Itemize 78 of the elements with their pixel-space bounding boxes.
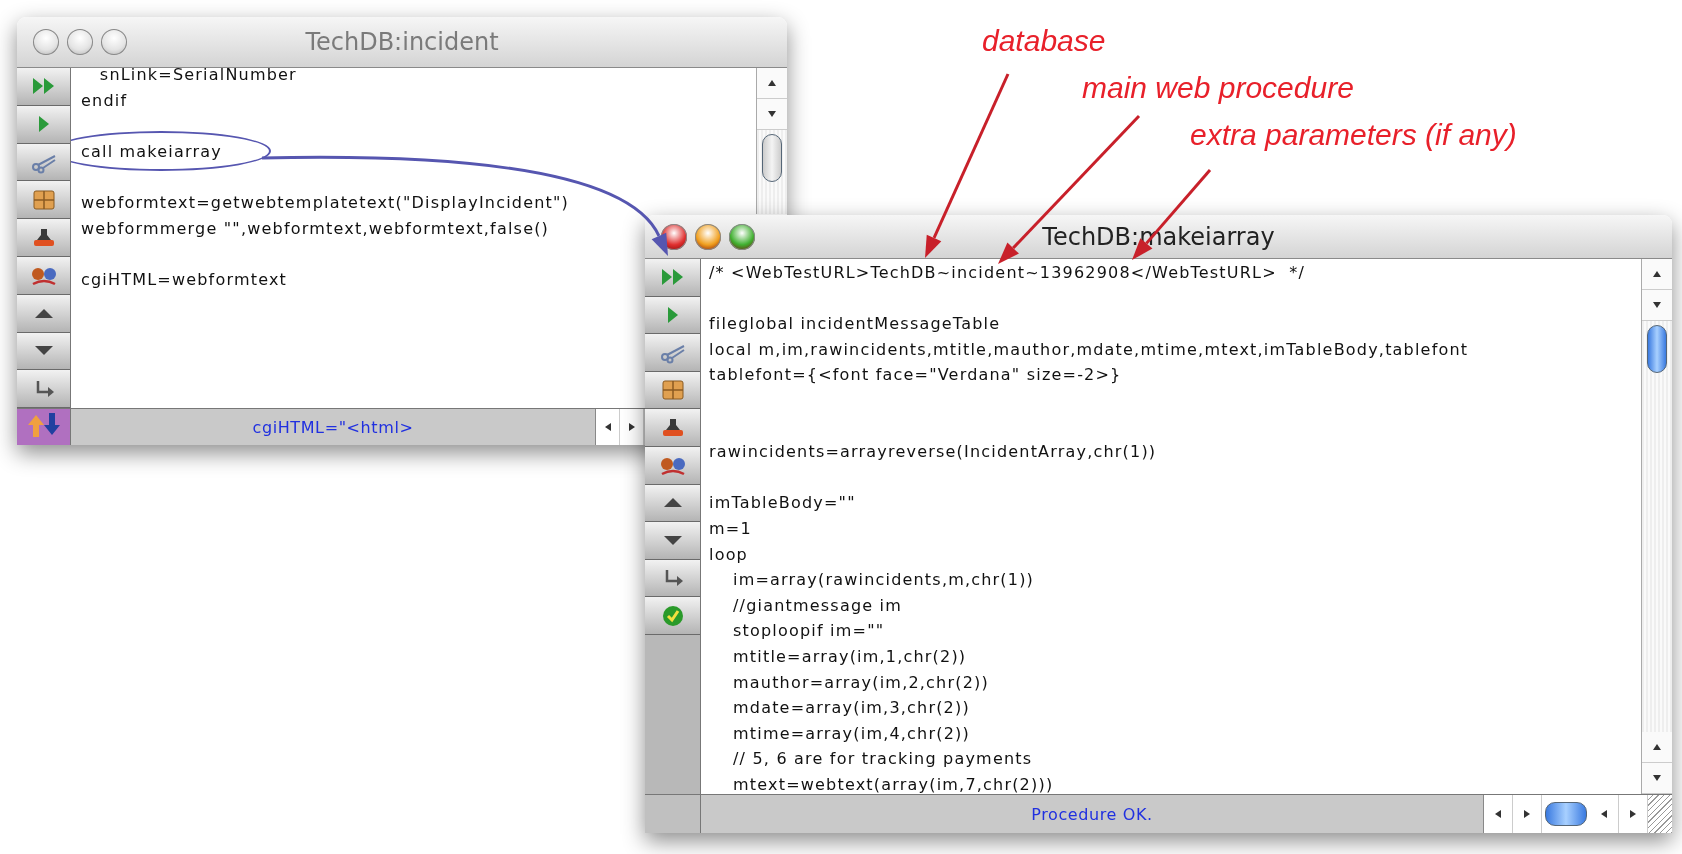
code-line: mauthor=array(im,2,chr(2)) (733, 672, 989, 692)
scroll-right-icon (1628, 809, 1638, 819)
toolbar-button[interactable] (17, 68, 70, 106)
code-line: fileglobal incidentMessageTable (709, 314, 1001, 334)
code-line: webformmerge "",webformtext,webformtext,false() (81, 218, 550, 238)
toolbar-button[interactable] (17, 370, 70, 409)
toolbar-button[interactable] (17, 219, 70, 257)
scroll-up-icon (1652, 269, 1662, 279)
scroll-down-button[interactable] (1642, 290, 1672, 321)
toolbar-button[interactable] (17, 181, 70, 220)
scroll-left-icon (1599, 809, 1609, 819)
minimize-button[interactable] (67, 29, 93, 55)
scroll-down-icon (1652, 300, 1662, 310)
toolbar-button[interactable] (17, 332, 70, 371)
up-arrow-icon (662, 497, 683, 509)
toolbar-button[interactable] (17, 105, 70, 144)
window-title: TechDB:incident (305, 28, 499, 56)
code-line: local m,im,rawincidents,mtitle,mauthor,mdate,mtime,mtext,imTableBody,tablefont (709, 339, 1469, 359)
code-line: // 5, 6 are for tracking payments (733, 749, 1033, 769)
code-line: /* <WebTestURL>TechDB~incident~13962908</WebTestURL> */ (709, 263, 1306, 282)
code-line: //giantmessage im (733, 595, 903, 615)
minimize-button[interactable] (695, 223, 721, 250)
scroll-up-icon (767, 78, 777, 88)
toolbar-button[interactable] (17, 143, 70, 182)
code-line: imTableBody="" (709, 493, 856, 513)
code-line: stoploopif im="" (733, 621, 885, 641)
up-arrow-icon (33, 307, 54, 319)
toolbar-button[interactable] (17, 294, 70, 333)
toolbar-button[interactable] (645, 296, 700, 335)
annotation-label: extra parameters (if any) (1190, 118, 1517, 152)
zoom-button[interactable] (101, 29, 127, 55)
annotation-label: main web procedure (1082, 71, 1354, 105)
code-line: snLink=SerialNumber (98, 65, 297, 84)
toolbar-button[interactable] (645, 259, 700, 297)
code-line: m=1 (709, 518, 752, 538)
zoom-button[interactable] (729, 223, 755, 250)
toolbar-button[interactable] (645, 371, 700, 410)
toolbar-button[interactable] (645, 334, 700, 372)
scroll-thumb[interactable] (1647, 325, 1667, 373)
toolbar-button[interactable] (645, 559, 700, 598)
scroll-down-icon (767, 109, 777, 119)
code-line: mtext=webtext(array(im,7,chr(2))) (733, 774, 1054, 794)
code-line: mtime=array(im,4,chr(2)) (733, 723, 970, 743)
down-arrow-icon (33, 345, 54, 357)
close-button[interactable] (33, 29, 59, 55)
annotation-label: database (982, 24, 1106, 58)
code-line: loop (709, 544, 748, 564)
scroll-up-button[interactable] (757, 68, 787, 99)
scroll-right-icon (1522, 809, 1532, 819)
toolbar-button[interactable] (17, 257, 70, 295)
code-line: cgiHTML=webformtext (81, 269, 288, 289)
code-line: mtitle=array(im,1,chr(2)) (733, 646, 967, 666)
status-text: cgiHTML="<html> (251, 417, 415, 437)
code-line: call makeiarray (81, 141, 222, 161)
toolbar-button[interactable] (645, 409, 700, 447)
down-arrow-icon (662, 534, 683, 546)
toolbar-button[interactable] (645, 597, 700, 635)
scroll-thumb[interactable] (1545, 802, 1587, 826)
resize-grip[interactable] (1648, 795, 1672, 833)
scroll-left-icon (1493, 809, 1503, 819)
scroll-thumb[interactable] (762, 134, 782, 182)
code-line: rawincidents=arrayreverse(IncidentArray,chr(1)) (709, 442, 1157, 462)
toolbar-button[interactable] (645, 522, 700, 560)
scroll-right-icon (626, 422, 637, 432)
scroll-down-button[interactable] (1642, 763, 1672, 794)
toolbar-button[interactable] (645, 484, 700, 523)
code-line: tablefont={<font face="Verdana" size=-2>} (709, 365, 1122, 385)
scroll-up-icon (1652, 742, 1662, 752)
scroll-up-button[interactable] (1642, 732, 1672, 763)
code-line: webformtext=getwebtemplatetext("DisplayIncident") (81, 192, 570, 212)
toolbar-button[interactable] (645, 446, 700, 485)
status-text: Procedure OK. (1030, 804, 1154, 824)
scroll-up-button[interactable] (1642, 259, 1672, 290)
scroll-down-icon (1652, 773, 1662, 783)
code-line: im=array(rawincidents,m,chr(1)) (733, 570, 1035, 590)
code-line: mdate=array(im,3,chr(2)) (733, 698, 970, 718)
code-line: endif (81, 90, 128, 110)
scroll-down-button[interactable] (757, 99, 787, 130)
